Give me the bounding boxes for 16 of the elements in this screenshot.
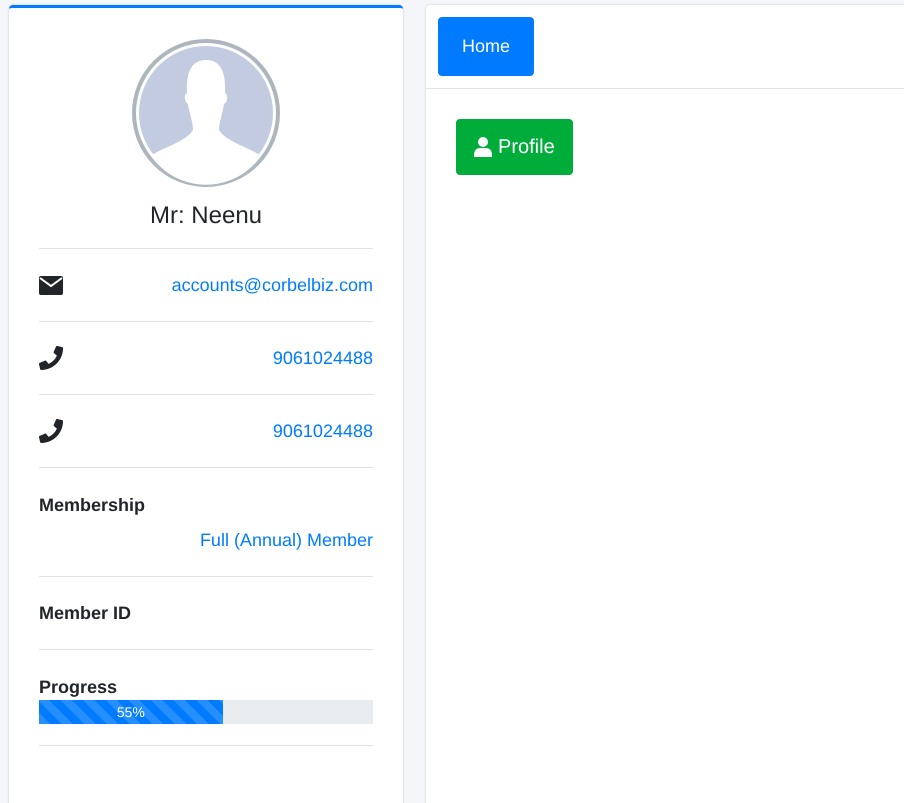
phone-icon <box>39 346 63 370</box>
home-tab[interactable]: Home <box>438 17 534 76</box>
phone-link[interactable]: 9061024488 <box>272 418 373 444</box>
profile-button[interactable]: Profile <box>456 119 573 175</box>
membership-value[interactable]: Full (Annual) Member <box>200 527 373 554</box>
member-id-label: Member ID <box>39 602 132 624</box>
avatar-icon <box>131 38 281 188</box>
email-link[interactable]: accounts@corbelbiz.com <box>172 272 373 298</box>
progress-reading: 55% <box>116 702 145 722</box>
phone-link[interactable]: 9061024488 <box>272 344 373 372</box>
progress-label: Progress <box>39 676 118 699</box>
phone-icon <box>39 419 63 443</box>
envelope-icon <box>39 276 63 294</box>
user-icon <box>474 137 492 157</box>
profile-name: Mr: Neenu <box>148 201 264 231</box>
membership-label: Membership <box>39 494 146 517</box>
